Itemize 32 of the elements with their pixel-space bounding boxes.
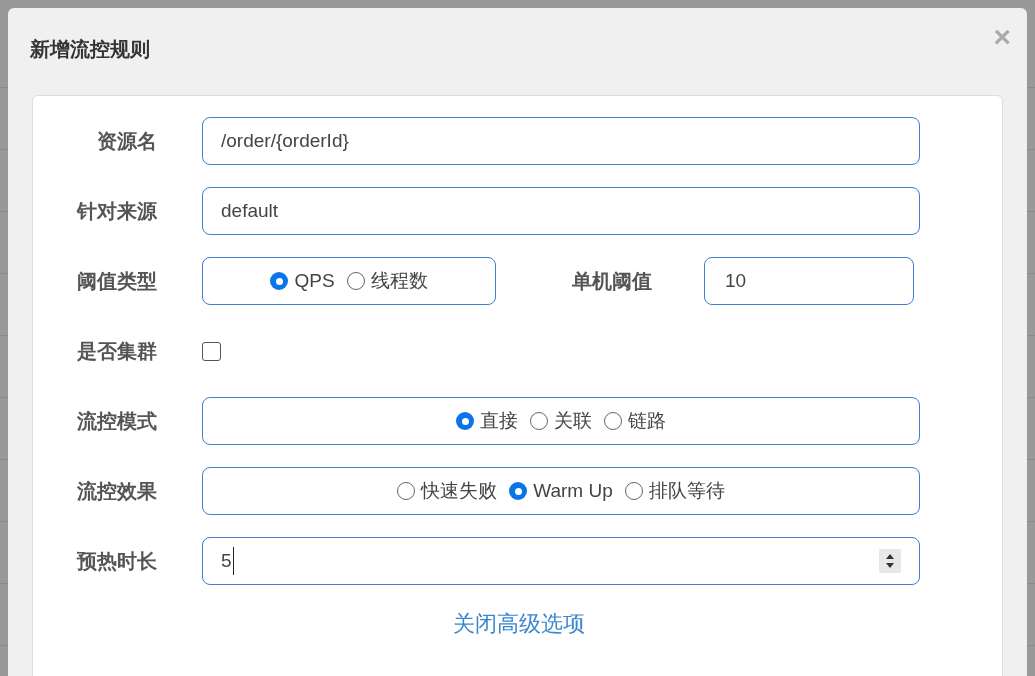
dialog-title: 新增流控规则 [30,37,150,62]
radio-option[interactable]: Warm Up [509,476,613,506]
radio-button[interactable] [397,482,416,500]
field-label: 流控效果 [76,479,157,504]
number-field[interactable]: 5 [202,537,920,585]
field-label: 阈值类型 [76,269,157,294]
radio-button[interactable] [530,412,548,430]
radio-option[interactable]: 链路 [604,406,666,436]
field-label: 单机阈值 [572,269,653,294]
input-field[interactable]: 10 [704,257,914,305]
field-label: 资源名 [96,129,157,154]
radio-option[interactable]: 直接 [456,406,518,436]
input-field[interactable]: default [202,187,920,235]
radio-option[interactable]: 关联 [530,406,592,436]
advanced-options-link[interactable]: 关闭高级选项 [452,607,585,640]
radio-button[interactable] [270,272,289,290]
radio-button[interactable] [456,412,474,430]
input-field[interactable]: /order/{orderId} [202,117,920,165]
radio-option[interactable]: QPS [270,266,335,296]
radio-button[interactable] [346,272,365,290]
checkbox[interactable] [202,341,221,361]
field-label: 预热时长 [75,549,157,574]
radio-button[interactable] [509,482,528,500]
field-label: 流控模式 [76,409,157,434]
radio-option[interactable]: 线程数 [346,266,428,296]
field-label: 是否集群 [76,339,157,364]
radio-option[interactable]: 排队等待 [624,476,725,506]
radio-button[interactable] [624,482,643,500]
spinner-icon[interactable] [879,549,901,573]
radio-option[interactable]: 快速失败 [397,476,498,506]
field-label: 针对来源 [75,199,157,224]
radio-button[interactable] [604,412,622,430]
